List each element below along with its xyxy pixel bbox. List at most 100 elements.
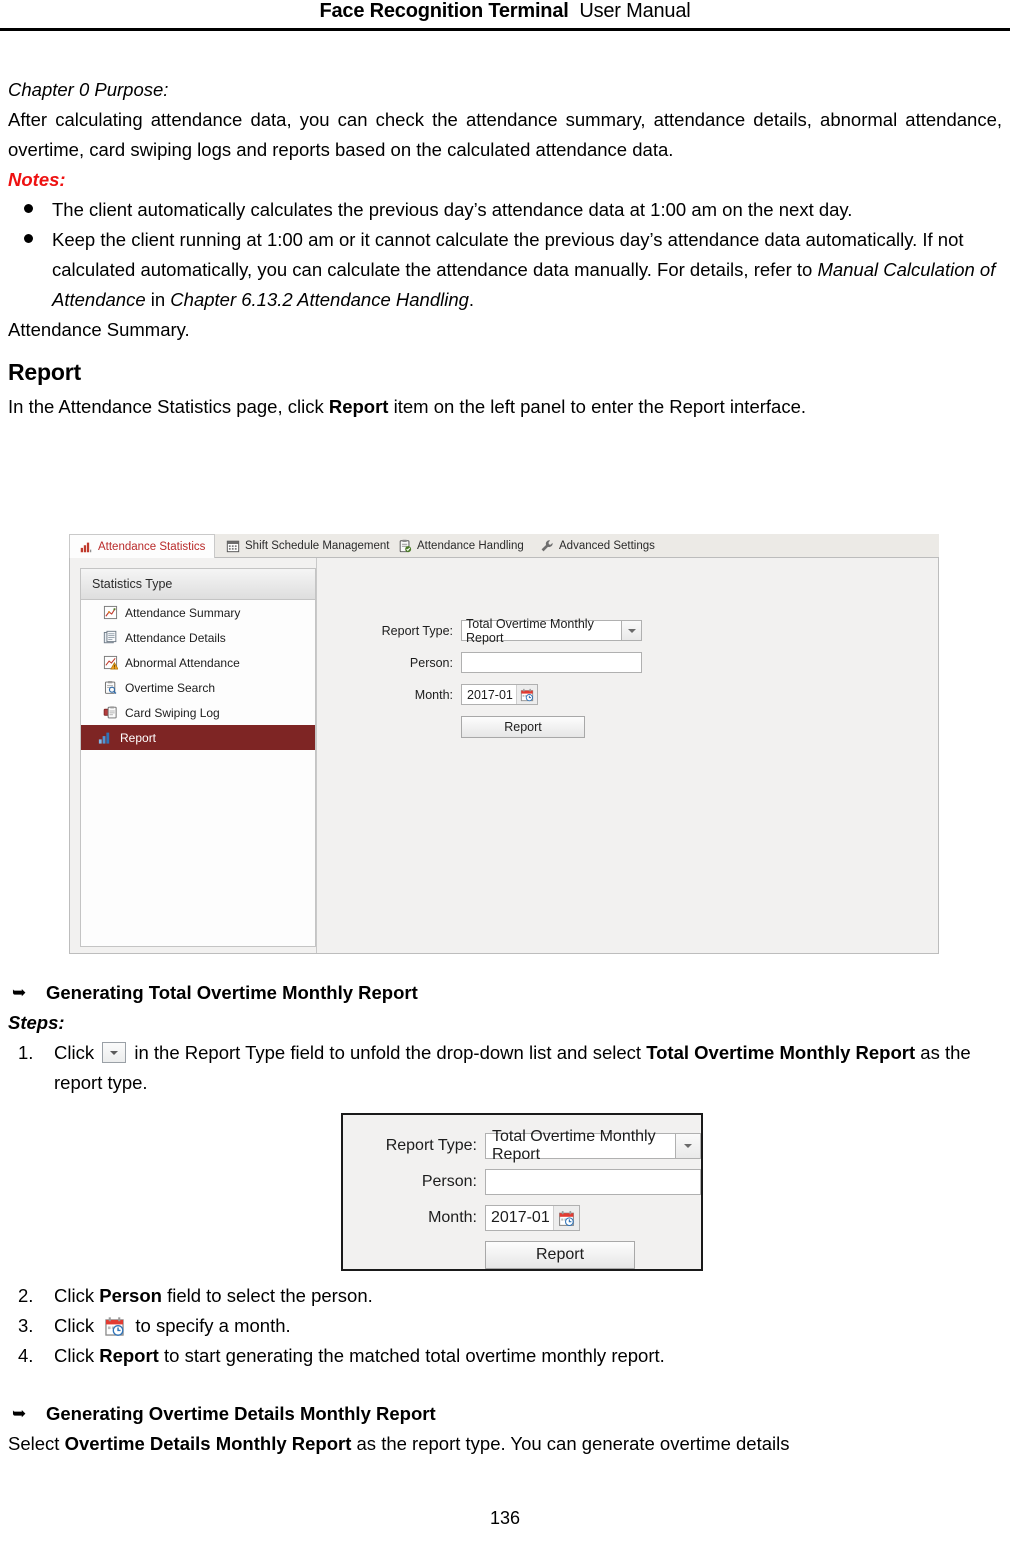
heading-generating-total-overtime: ➥ Generating Total Overtime Monthly Repo…	[8, 978, 1002, 1008]
month-label: Month:	[428, 1209, 477, 1226]
calendar-button[interactable]	[552, 1206, 579, 1230]
chevron-down-icon[interactable]	[621, 620, 642, 641]
app-screenshot-report-interface: Attendance Statistics Shift Schedule Man…	[69, 534, 939, 954]
sidebar-item-label: Attendance Summary	[125, 605, 241, 620]
sidebar-item-abnormal-attendance[interactable]: Abnormal Attendance	[81, 650, 315, 675]
tab-attendance-statistics[interactable]: Attendance Statistics	[69, 534, 216, 558]
month-value[interactable]: 2017-01	[486, 1206, 553, 1230]
note-ref-b: Chapter 6.13.2 Attendance Handling	[170, 289, 469, 310]
calendar-clock-icon	[520, 688, 533, 701]
manual-doc-type: User Manual	[579, 0, 691, 22]
calendar-clock-icon	[558, 1210, 574, 1226]
sidebar-item-report[interactable]: Report	[81, 725, 315, 750]
step-number: 2.	[18, 1285, 34, 1306]
month-row: Month: 2017-01	[365, 1205, 701, 1231]
clipboard-search-icon	[104, 680, 117, 694]
report-submit-button[interactable]: Report	[461, 716, 585, 738]
sidebar-item-attendance-summary[interactable]: Attendance Summary	[81, 600, 315, 625]
tab-attendance-handling[interactable]: Attendance Handling	[389, 534, 533, 558]
sidebar-item-overtime-search[interactable]: Overtime Search	[81, 675, 315, 700]
clipboard-check-icon	[399, 539, 412, 553]
notes-label: Notes:	[8, 169, 66, 190]
step-number: 4.	[18, 1345, 34, 1366]
tab-label: Attendance Handling	[417, 540, 524, 552]
app-screenshot-report-form-zoom: Report Type: Total Overtime Monthly Repo…	[341, 1113, 703, 1271]
report-intro-paragraph: In the Attendance Statistics page, click…	[8, 396, 807, 417]
person-label: Person:	[421, 1173, 477, 1190]
tab-advanced-settings[interactable]: Advanced Settings	[531, 534, 664, 558]
month-label: Month:	[414, 687, 453, 702]
tab-label: Attendance Statistics	[98, 540, 206, 553]
report-form: Report Type: Total Overtime Monthly Repo…	[363, 617, 642, 749]
steps-label: Steps:	[8, 1012, 65, 1033]
steps-list-part-one: 1. Click in the Report Type field to unf…	[8, 1038, 1002, 1098]
report-form-zoom: Report Type: Total Overtime Monthly Repo…	[365, 1128, 701, 1279]
card-stack-icon	[103, 706, 117, 719]
chart-line-icon	[103, 605, 118, 620]
report-button-row: Report	[485, 1241, 701, 1269]
sidebar-item-label: Report	[120, 730, 157, 745]
manual-product-name: Face Recognition Terminal	[319, 0, 569, 22]
tab-shift-schedule-management[interactable]: Shift Schedule Management	[217, 534, 398, 558]
steps-section: ➥ Generating Total Overtime Monthly Repo…	[8, 978, 1002, 1098]
sidebar-item-label: Overtime Search	[125, 680, 216, 695]
chapter-purpose-label: Chapter 0 Purpose:	[8, 79, 169, 100]
document-list-icon	[103, 630, 117, 644]
chevron-down-icon[interactable]	[675, 1133, 701, 1159]
tab-label: Advanced Settings	[559, 540, 655, 552]
month-picker[interactable]: 2017-01	[461, 684, 538, 705]
person-input[interactable]	[461, 652, 642, 673]
report-button-row: Report	[461, 716, 642, 738]
bullet-dot-icon	[24, 204, 33, 213]
statistics-type-panel: Statistics Type Attendance Summary Atten…	[80, 568, 316, 947]
report-submit-button[interactable]: Report	[485, 1241, 635, 1269]
report-type-row: Report Type: Total Overtime Monthly Repo…	[363, 617, 642, 645]
note-item: Keep the client running at 1:00 am or it…	[8, 225, 1002, 315]
arrow-bullet-icon: ➥	[12, 983, 27, 1002]
sidebar-item-label: Card Swiping Log	[125, 705, 220, 720]
sidebar-item-attendance-details[interactable]: Attendance Details	[81, 625, 315, 650]
report-type-label: Report Type:	[385, 1137, 477, 1154]
warning-chart-icon	[103, 655, 118, 670]
step-item-2: 2. Click Person field to select the pers…	[8, 1281, 1002, 1311]
report-type-label: Report Type:	[381, 623, 453, 638]
page-number: 136	[489, 1508, 521, 1528]
document-body: Chapter 0 Purpose: After calculating att…	[8, 75, 1002, 422]
person-row: Person:	[365, 1169, 701, 1195]
steps-section-tail: 2. Click Person field to select the pers…	[8, 1281, 1002, 1459]
month-row: Month: 2017-01	[363, 684, 642, 705]
step-item-4: 4. Click Report to start generating the …	[8, 1341, 1002, 1371]
person-row: Person:	[363, 652, 642, 673]
report-type-row: Report Type: Total Overtime Monthly Repo…	[365, 1128, 701, 1163]
section-heading-report: Report	[8, 359, 81, 385]
month-value[interactable]: 2017-01	[462, 685, 516, 704]
person-input[interactable]	[485, 1169, 701, 1195]
app-content-area: Statistics Type Attendance Summary Atten…	[69, 558, 939, 954]
steps-list-part-two: 2. Click Person field to select the pers…	[8, 1281, 1002, 1371]
sidebar-item-label: Attendance Details	[125, 630, 226, 645]
step-number: 1.	[18, 1042, 34, 1063]
arrow-bullet-icon: ➥	[12, 1404, 27, 1423]
note-item: The client automatically calculates the …	[8, 195, 1002, 225]
bar-chart-icon	[80, 542, 92, 552]
step-item-1: 1. Click in the Report Type field to unf…	[8, 1038, 1002, 1098]
wrench-icon	[541, 540, 553, 552]
bar-report-icon	[98, 732, 110, 744]
calendar-button[interactable]	[515, 685, 537, 704]
report-type-combobox[interactable]: Total Overtime Monthly Report	[485, 1128, 701, 1163]
bullet-dot-icon	[24, 234, 33, 243]
attendance-summary-line: Attendance Summary.	[8, 319, 190, 340]
sidebar-item-card-swiping-log[interactable]: Card Swiping Log	[81, 700, 315, 725]
report-type-value[interactable]: Total Overtime Monthly Report	[485, 1128, 675, 1163]
calendar-grid-icon	[226, 540, 240, 553]
notes-list: The client automatically calculates the …	[8, 195, 1002, 315]
dropdown-arrow-icon	[102, 1042, 127, 1063]
statistics-type-title: Statistics Type	[81, 569, 315, 600]
report-type-value[interactable]: Total Overtime Monthly Report	[461, 617, 621, 645]
report-form-area: Report Type: Total Overtime Monthly Repo…	[316, 558, 938, 953]
report-type-combobox[interactable]: Total Overtime Monthly Report	[461, 617, 642, 645]
header-divider	[0, 28, 1010, 31]
month-picker[interactable]: 2017-01	[485, 1205, 580, 1231]
tab-label: Shift Schedule Management	[245, 540, 390, 552]
